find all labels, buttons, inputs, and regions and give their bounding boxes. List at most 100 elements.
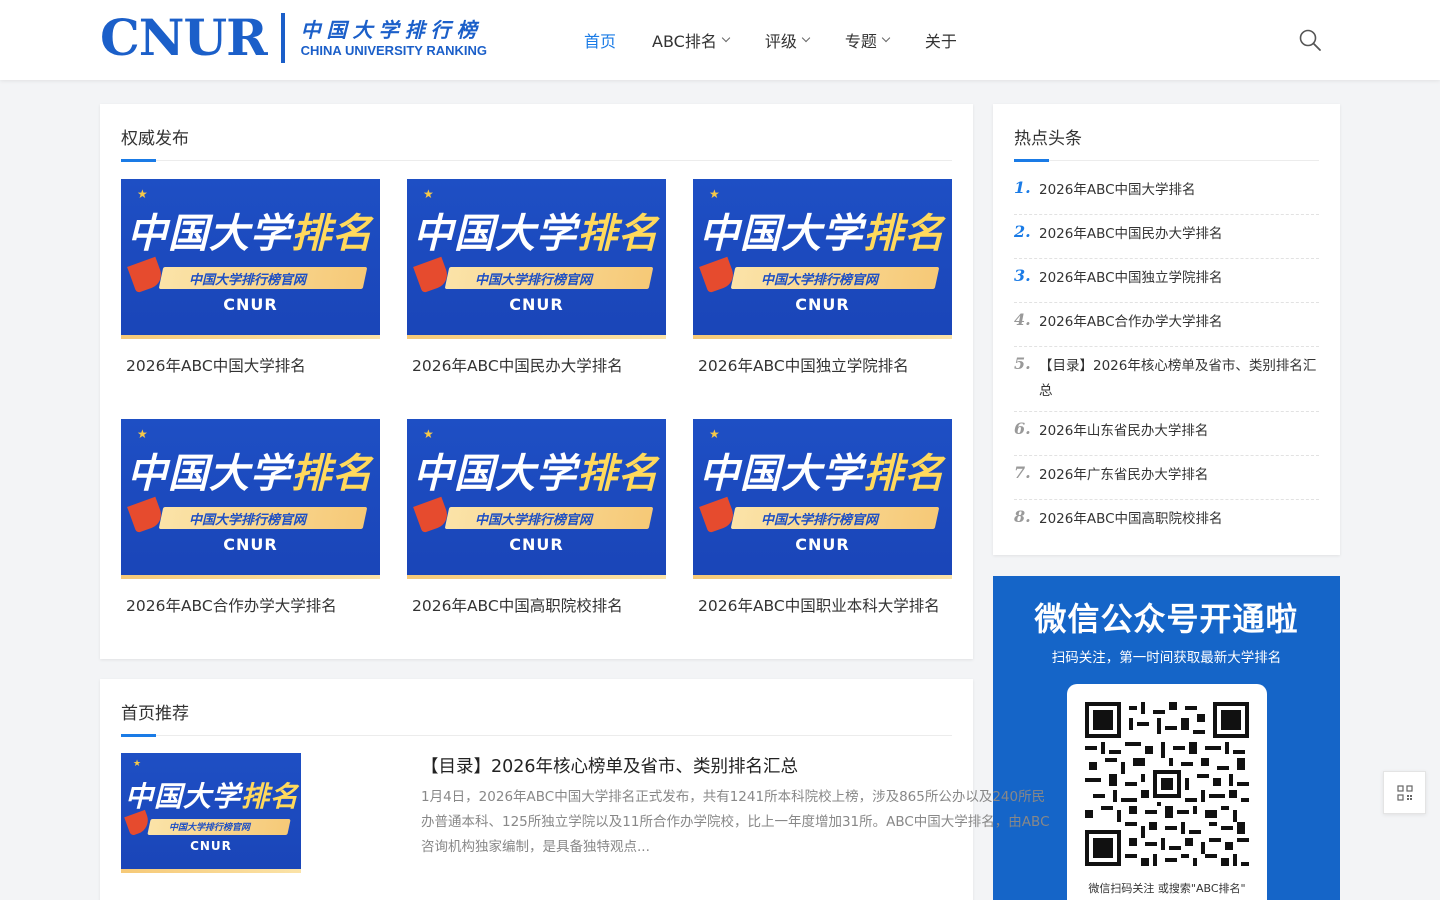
article-link[interactable]: 2026年ABC中国大学排名 — [126, 354, 306, 376]
hot-list-item[interactable]: 1. 2026年ABC中国大学排名 — [1014, 178, 1319, 215]
hot-item-text: 2026年ABC中国大学排名 — [1039, 182, 1196, 198]
rank-number: 2. — [1014, 222, 1031, 241]
banner-title: 中国大学排名 — [699, 211, 945, 257]
hot-item-text: 2026年ABC中国独立学院排名 — [1039, 270, 1223, 286]
nav-label: ABC排名 — [652, 32, 717, 51]
hot-list-item[interactable]: 7. 2026年广东省民办大学排名 — [1014, 463, 1319, 500]
qr-code-image — [1085, 702, 1249, 866]
search-icon[interactable] — [1298, 28, 1322, 52]
nav-item-home[interactable]: 首页 — [584, 28, 616, 52]
rank-number: 5. — [1014, 354, 1031, 373]
rank-number: 7. — [1014, 463, 1031, 482]
article-link[interactable]: 2026年ABC中国民办大学排名 — [412, 354, 623, 376]
ranking-banner-image[interactable]: ★ 中国大学排名 中国大学排行榜官网 CNUR — [407, 179, 666, 339]
ranking-banner-image[interactable]: ★ 中国大学排名 中国大学排行榜官网 CNUR — [121, 419, 380, 579]
section-title: 首页推荐 — [121, 704, 189, 724]
chevron-down-icon — [721, 33, 731, 43]
ranking-banner-image[interactable]: ★ 中国大学排名 中国大学排行榜官网 CNUR — [693, 179, 952, 339]
qr-caption: 微信扫码关注 或搜索"ABC排名" — [1088, 882, 1246, 895]
banner-band — [693, 575, 952, 579]
hot-list-item[interactable]: 2. 2026年ABC中国民办大学排名 — [1014, 222, 1319, 259]
article-link[interactable]: 2026年ABC合作办学大学排名 — [126, 594, 337, 616]
rank-number: 6. — [1014, 419, 1031, 438]
hot-headlines-card: 热点头条 1. 2026年ABC中国大学排名 2. 2026年ABC中国民办大学… — [993, 104, 1340, 555]
nav-item-about[interactable]: 关于 — [925, 28, 957, 52]
banner-ribbon-text: 中国大学排行榜官网 — [761, 273, 879, 288]
ranking-banner-image[interactable]: ★ 中国大学排名 中国大学排行榜官网 CNUR — [407, 419, 666, 579]
rank-number: 4. — [1014, 310, 1031, 329]
hot-list-item[interactable]: 6. 2026年山东省民办大学排名 — [1014, 419, 1319, 456]
banner-ribbon-text: 中国大学排行榜官网 — [189, 273, 307, 288]
rank-number: 8. — [1014, 507, 1031, 526]
banner-band — [407, 335, 666, 339]
star-icon: ★ — [423, 187, 434, 201]
authority-release-card: 权威发布 ★ 中国大学排名 中国大学排行榜官网 CNUR 2026年ABC中国大… — [100, 104, 973, 659]
section-title: 权威发布 — [121, 129, 189, 149]
banner-brand: CNUR — [509, 295, 564, 314]
homepage-recommend-card: 首页推荐 ★ 中国大学排名 中国大学排行榜官网 CNUR 【目录】2026年核心… — [100, 679, 1050, 900]
article-link[interactable]: 2026年ABC中国高职院校排名 — [412, 594, 623, 616]
banner-ribbon-text: 中国大学排行榜官网 — [169, 823, 251, 833]
hot-list-item[interactable]: 5. 【目录】2026年核心榜单及省市、类别排名汇总 — [1014, 354, 1319, 412]
nav-label: 专题 — [844, 32, 877, 51]
hot-item-text: 2026年ABC中国高职院校排名 — [1039, 511, 1223, 527]
recommend-article-title[interactable]: 【目录】2026年核心榜单及省市、类别排名汇总 — [421, 753, 798, 778]
section-divider-accent — [1014, 159, 1049, 162]
article-link[interactable]: 2026年ABC中国职业本科大学排名 — [698, 594, 940, 616]
section-divider-accent — [121, 159, 156, 162]
floating-qrcode-button[interactable] — [1383, 771, 1426, 814]
banner-brand: CNUR — [795, 295, 850, 314]
chevron-down-icon — [801, 33, 811, 43]
ranking-banner-image[interactable]: ★ 中国大学排名 中国大学排行榜官网 CNUR — [693, 419, 952, 579]
hot-item-text: 【目录】2026年核心榜单及省市、类别排名汇总 — [1039, 358, 1317, 399]
banner-band — [121, 575, 380, 579]
hot-item-text: 2026年广东省民办大学排名 — [1039, 467, 1209, 483]
hot-list-item[interactable]: 4. 2026年ABC合作办学大学排名 — [1014, 310, 1319, 347]
logo-english-name: CHINA UNIVERSITY RANKING — [300, 43, 488, 58]
nav-item-topics[interactable]: 专题 — [844, 28, 891, 52]
star-icon: ★ — [137, 427, 148, 441]
banner-band — [121, 335, 380, 339]
logo-text-block: 中国大学排行榜 CHINA UNIVERSITY RANKING — [301, 17, 487, 59]
banner-brand: CNUR — [795, 535, 850, 554]
hot-list-item[interactable]: 8. 2026年ABC中国高职院校排名 — [1014, 507, 1319, 544]
banner-ribbon-text: 中国大学排行榜官网 — [475, 273, 593, 288]
article-link[interactable]: 2026年ABC中国独立学院排名 — [698, 354, 909, 376]
nav-item-rating[interactable]: 评级 — [764, 28, 811, 52]
star-icon: ★ — [423, 427, 434, 441]
nav-label: 评级 — [764, 32, 797, 51]
banner-ribbon-text: 中国大学排行榜官网 — [189, 513, 307, 528]
section-divider — [121, 735, 952, 736]
hot-list-item[interactable]: 3. 2026年ABC中国独立学院排名 — [1014, 266, 1319, 303]
hot-item-text: 2026年ABC中国民办大学排名 — [1039, 226, 1223, 242]
recommend-thumbnail[interactable]: ★ 中国大学排名 中国大学排行榜官网 CNUR — [121, 753, 301, 873]
site-header: CNUR 中国大学排行榜 CHINA UNIVERSITY RANKING 首页… — [0, 0, 1440, 80]
banner-band — [407, 575, 666, 579]
site-logo[interactable]: CNUR 中国大学排行榜 CHINA UNIVERSITY RANKING — [100, 10, 490, 66]
main-nav: 首页 ABC排名 评级 专题 关于 — [584, 0, 993, 80]
section-divider-accent — [121, 734, 156, 737]
banner-title: 中国大学排名 — [413, 451, 659, 497]
qrcode-icon — [1396, 784, 1413, 801]
banner-brand: CNUR — [223, 295, 278, 314]
banner-ribbon-text: 中国大学排行榜官网 — [475, 513, 593, 528]
wechat-subtitle: 扫码关注，第一时间获取最新大学排名 — [1051, 650, 1282, 666]
section-divider — [121, 160, 952, 161]
banner-title: 中国大学排名 — [127, 211, 373, 257]
banner-title: 中国大学排名 — [125, 780, 300, 813]
banner-brand: CNUR — [509, 535, 564, 554]
wechat-title: 微信公众号开通啦 — [1034, 600, 1299, 638]
section-title: 热点头条 — [1014, 129, 1082, 149]
nav-label: 关于 — [924, 32, 957, 51]
banner-brand: CNUR — [190, 839, 232, 853]
nav-label: 首页 — [584, 32, 617, 51]
banner-brand: CNUR — [223, 535, 278, 554]
nav-item-abc-ranking[interactable]: ABC排名 — [652, 28, 731, 52]
rank-number: 3. — [1014, 266, 1031, 285]
star-icon: ★ — [133, 759, 142, 769]
chevron-down-icon — [881, 33, 891, 43]
logo-cnur-text: CNUR — [100, 8, 268, 67]
banner-band — [121, 869, 301, 873]
ranking-banner-image[interactable]: ★ 中国大学排名 中国大学排行榜官网 CNUR — [121, 179, 380, 339]
banner-ribbon-text: 中国大学排行榜官网 — [761, 513, 879, 528]
